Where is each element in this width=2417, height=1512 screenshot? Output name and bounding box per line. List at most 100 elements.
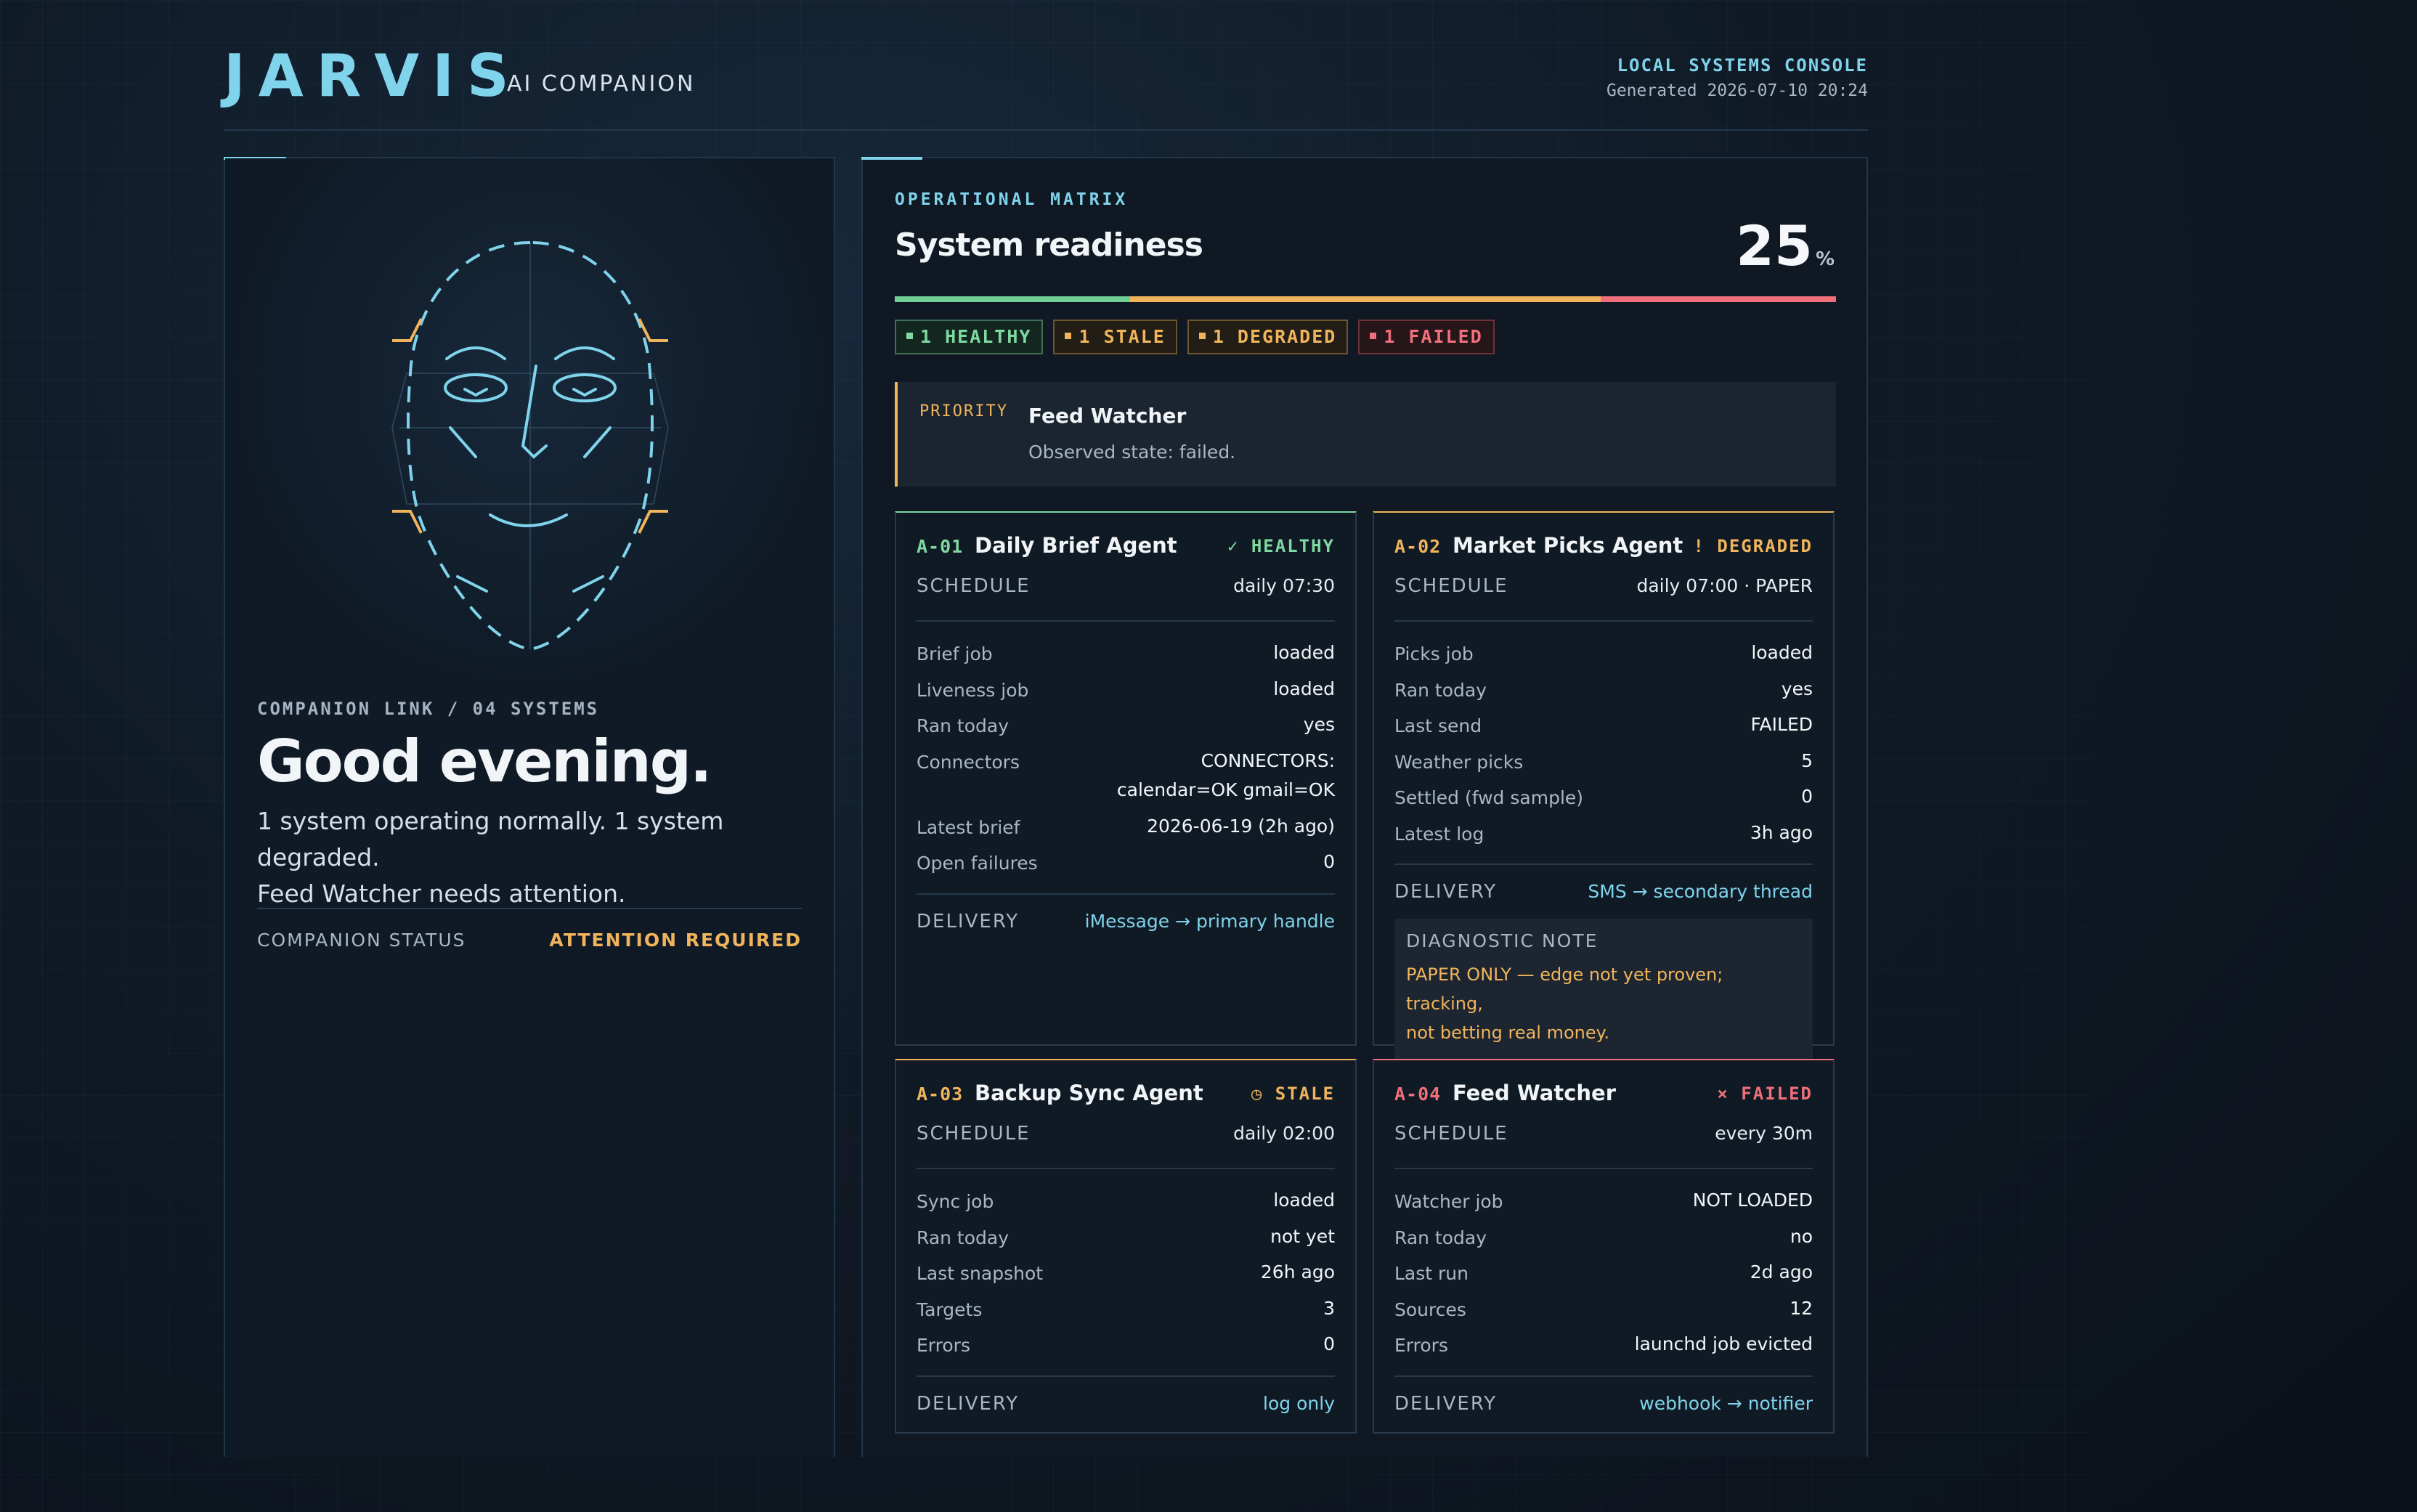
metric-key: Liveness job: [917, 679, 1029, 701]
metric-value: 5: [1801, 749, 1813, 771]
metric-key: Ran today: [917, 1227, 1010, 1248]
metric-value: loaded: [1273, 1190, 1335, 1211]
metric-value: 12: [1790, 1297, 1813, 1319]
metric-key: Open failures: [917, 853, 1038, 874]
metric-value: loaded: [1273, 678, 1335, 699]
operational-matrix-panel: OPERATIONAL MATRIX System readiness 25% …: [861, 157, 1868, 1457]
metric-row: Targets 3: [917, 1293, 1335, 1330]
metric-row: Liveness job loaded: [917, 674, 1335, 710]
delivery-label: DELIVERY: [1394, 1392, 1498, 1415]
delivery-label: DELIVERY: [1394, 881, 1498, 903]
metric-value: no: [1790, 1225, 1813, 1247]
priority-alert[interactable]: PRIORITY Feed Watcher Observed state: fa…: [895, 382, 1836, 487]
metric-key: Latest brief: [917, 816, 1020, 838]
schedule-label: SCHEDULE: [1394, 575, 1508, 597]
metric-value: not yet: [1270, 1225, 1335, 1247]
badge-failed-label: 1 FAILED: [1384, 326, 1483, 347]
square-icon: [906, 332, 913, 339]
schedule-value: daily 02:00: [1233, 1123, 1335, 1144]
page-header: JARVIS AI COMPANION LOCAL SYSTEMS CONSOL…: [224, 38, 1868, 131]
metric-value: 0: [1323, 851, 1335, 872]
agent-card-market-picks[interactable]: A-02 Market Picks Agent ! DEGRADED SCHED…: [1373, 511, 1835, 1059]
delivery-link[interactable]: log only: [1263, 1393, 1335, 1414]
delivery-row: DELIVERY webhook → notifier: [1394, 1375, 1813, 1431]
metric-value-line: CONNECTORS:: [1201, 749, 1335, 771]
badge-failed[interactable]: 1 FAILED: [1358, 320, 1495, 354]
agent-card-header: A-04 Feed Watcher × FAILED: [1394, 1079, 1813, 1123]
agent-card-feed-watcher[interactable]: A-04 Feed Watcher × FAILED SCHEDULE ever…: [1373, 1059, 1835, 1434]
readiness-bar-segment: [1130, 296, 1365, 302]
metric-key: Latest log: [1394, 823, 1484, 845]
badge-healthy[interactable]: 1 HEALTHY: [895, 320, 1044, 354]
square-icon: [1370, 332, 1377, 339]
diagnostic-line: PAPER ONLY — edge not yet proven; tracki…: [1406, 964, 1723, 1014]
metric-key: Weather picks: [1394, 751, 1524, 773]
badge-stale[interactable]: 1 STALE: [1053, 320, 1177, 354]
metric-key: Targets: [917, 1298, 983, 1320]
metric-row: Ran today yes: [1394, 674, 1813, 710]
metric-value: yes: [1781, 678, 1813, 699]
metric-value: loaded: [1273, 642, 1335, 663]
metric-value-line: calendar=OK gmail=OK: [1116, 779, 1335, 800]
metric-key: Last send: [1394, 715, 1482, 736]
agent-state-healthy: ✓ HEALTHY: [1227, 536, 1335, 556]
agent-card-header: A-03 Backup Sync Agent ◷ STALE: [917, 1079, 1335, 1123]
readiness-title: System readiness: [895, 227, 1203, 264]
companion-status-value: ATTENTION REQUIRED: [549, 930, 802, 951]
badge-degraded-label: 1 DEGRADED: [1212, 326, 1337, 347]
agent-metrics: Brief job loaded Liveness job loaded Ran t…: [917, 638, 1335, 883]
readiness-bar: [895, 296, 1836, 302]
badge-degraded[interactable]: 1 DEGRADED: [1187, 320, 1349, 354]
brand-logo: JARVIS: [224, 42, 522, 110]
metric-row: Picks job loaded: [1394, 638, 1813, 674]
priority-title: Feed Watcher: [1028, 404, 1187, 428]
agent-metrics: Sync job loaded Ran today not yet Last sna…: [917, 1185, 1335, 1365]
agent-card-daily-brief[interactable]: A-01 Daily Brief Agent ✓ HEALTHY SCHEDUL…: [895, 511, 1357, 1046]
metric-row: Last snapshot 26h ago: [917, 1257, 1335, 1293]
agent-id: A-03: [917, 1084, 964, 1105]
greeting-heading: Good evening.: [257, 728, 712, 795]
agent-name: Market Picks Agent: [1453, 533, 1683, 558]
agent-id: A-04: [1394, 1084, 1442, 1105]
face-display: [225, 158, 834, 696]
metric-value: 2d ago: [1750, 1261, 1813, 1283]
metric-key: Errors: [917, 1335, 970, 1356]
delivery-row: DELIVERY SMS → secondary thread: [1394, 863, 1813, 919]
status-badges: 1 HEALTHY 1 STALE 1 DEGRADED 1 FAILED: [895, 320, 1495, 354]
metric-row: Latest log 3h ago: [1394, 818, 1813, 854]
metric-value: 2026-06-19 (2h ago): [1147, 815, 1335, 837]
schedule-row: SCHEDULE daily 07:00 · PAPER: [1394, 575, 1813, 622]
readiness-bar-segment: [1601, 296, 1836, 302]
square-icon: [1065, 332, 1072, 339]
metric-row: Ran today not yet: [917, 1222, 1335, 1258]
metric-value: 3: [1323, 1297, 1335, 1319]
companion-status-row: COMPANION STATUS ATTENTION REQUIRED: [257, 908, 802, 951]
agent-name: Feed Watcher: [1453, 1081, 1617, 1105]
readiness-percentage: 25%: [1736, 214, 1835, 278]
metric-row: Brief job loaded: [917, 638, 1335, 674]
metric-key: Ran today: [1394, 1227, 1487, 1248]
metric-key: Sync job: [917, 1191, 994, 1212]
metric-row: Errors 0: [917, 1329, 1335, 1365]
delivery-link[interactable]: webhook → notifier: [1639, 1393, 1813, 1414]
diagnostic-line: not betting real money.: [1406, 1023, 1610, 1043]
delivery-row: DELIVERY log only: [917, 1375, 1335, 1431]
delivery-link[interactable]: iMessage → primary handle: [1085, 911, 1335, 932]
delivery-link[interactable]: SMS → secondary thread: [1588, 881, 1813, 902]
metric-value: 3h ago: [1750, 821, 1813, 843]
readiness-bar-segment: [895, 296, 1130, 302]
metric-key: Brief job: [917, 643, 993, 664]
metric-key: Last snapshot: [917, 1263, 1044, 1284]
schedule-label: SCHEDULE: [917, 575, 1031, 597]
schedule-value: every 30m: [1715, 1123, 1813, 1144]
agent-card-backup-sync[interactable]: A-03 Backup Sync Agent ◷ STALE SCHEDULE …: [895, 1059, 1357, 1434]
diagnostic-title: DIAGNOSTIC NOTE: [1406, 930, 1599, 951]
readiness-bar-segment: [1365, 296, 1601, 302]
metric-row: Last run 2d ago: [1394, 1257, 1813, 1293]
priority-label: PRIORITY: [919, 402, 1008, 420]
metric-key: Ran today: [1394, 679, 1487, 701]
metric-row: Errors launchd job evicted: [1394, 1329, 1813, 1365]
metric-value: FAILED: [1750, 714, 1813, 735]
schedule-label: SCHEDULE: [917, 1123, 1031, 1145]
metric-row: Ran today no: [1394, 1222, 1813, 1258]
